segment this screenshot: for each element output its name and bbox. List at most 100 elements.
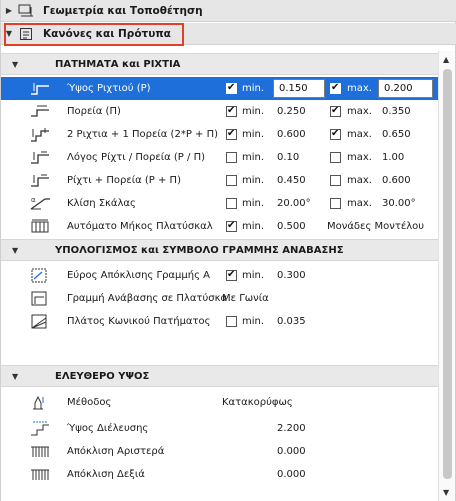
svg-text:α: α: [31, 196, 36, 204]
landing-length-icon: [31, 219, 49, 233]
row-label: Αυτόματο Μήκος Πλατύσκαλ: [67, 221, 213, 232]
method-icon: [33, 395, 44, 410]
ratio-icon: [31, 151, 49, 164]
row-offset-range[interactable]: Εύρος Απόκλισης Γραμμής Α min. 0.300: [1, 264, 438, 287]
max-value[interactable]: 1.00: [382, 152, 404, 163]
panel-geometry-header[interactable]: ▶ Γεωμετρία και Τοποθέτηση: [1, 0, 456, 22]
row-label: Ρίχτι + Πορεία (Ρ + Π): [67, 175, 181, 186]
row-landing-length[interactable]: Αυτόματο Μήκος Πλατύσκαλ min. 0.500 Μονά…: [1, 215, 438, 238]
min-checkbox[interactable]: [226, 128, 237, 140]
row-2r-plus-g[interactable]: 2 Ριχτια + 1 Πορεία (2*Ρ + Π) min. 0.600…: [1, 123, 438, 146]
max-label: max.: [347, 198, 372, 209]
collapse-arrow-icon[interactable]: ▼: [12, 246, 18, 255]
max-label: max.: [347, 83, 372, 94]
section-title: ΥΠΟΛΟΓΙΣΜΟΣ και ΣΥΜΒΟΛΟ ΓΡΑΜΜΗΣ ΑΝΑΒΑΣΗΣ: [55, 244, 344, 256]
max-value[interactable]: 0.600: [382, 175, 411, 186]
min-label: min.: [242, 129, 265, 140]
row-ratio[interactable]: Λόγος Ρίχτι / Πορεία (Ρ / Π) min. 0.10 m…: [1, 146, 438, 169]
row-clearance-height[interactable]: Ύψος Διέλευσης 2.200: [1, 417, 438, 440]
scroll-down-arrow-icon[interactable]: ▼: [443, 488, 449, 497]
max-label: max.: [347, 106, 372, 117]
max-label: max.: [347, 152, 372, 163]
row-label: Γραμμή Ανάβασης σε Πλατύσκαλο: [67, 293, 227, 304]
row-going[interactable]: Πορεία (Π) min. 0.250 max. 0.350: [1, 100, 438, 123]
collapse-arrow-icon[interactable]: ▼: [12, 60, 18, 69]
row-walking-line-landing[interactable]: Γραμμή Ανάβασης σε Πλατύσκαλο Με Γωνία: [1, 287, 438, 310]
min-value[interactable]: 0.500: [277, 221, 306, 232]
row-label: Μέθοδος: [67, 397, 112, 408]
min-value[interactable]: 0.10: [277, 152, 299, 163]
min-label: min.: [242, 270, 265, 281]
min-checkbox[interactable]: [226, 175, 237, 186]
clearance-height-icon: [31, 421, 49, 436]
min-value[interactable]: 20.00°: [277, 198, 311, 209]
max-value[interactable]: 30.00°: [382, 198, 416, 209]
row-winder-width[interactable]: Πλάτος Κωνικού Πατήματος min. 0.035: [1, 310, 438, 333]
min-label: min.: [242, 198, 265, 209]
panel-geometry-title: Γεωμετρία και Τοποθέτηση: [43, 4, 203, 17]
min-checkbox[interactable]: [226, 82, 237, 94]
value[interactable]: 0.000: [277, 446, 306, 457]
section-walking-line-header[interactable]: ▼ ΥΠΟΛΟΓΙΣΜΟΣ και ΣΥΜΒΟΛΟ ΓΡΑΜΜΗΣ ΑΝΑΒΑΣ…: [1, 239, 438, 261]
min-value[interactable]: 0.035: [277, 316, 306, 327]
row-label: Κλίση Σκάλας: [67, 198, 136, 209]
max-value[interactable]: 0.650: [382, 129, 411, 140]
value-dropdown[interactable]: Με Γωνία: [222, 293, 269, 304]
min-value[interactable]: 0.600: [277, 129, 306, 140]
min-label: min.: [242, 106, 265, 117]
row-slope[interactable]: α Κλίση Σκάλας min. 20.00° max. 30.00°: [1, 192, 438, 215]
winder-width-icon: [31, 314, 47, 329]
offset-left-icon: [31, 446, 49, 457]
riser-height-icon: [31, 83, 49, 95]
max-checkbox[interactable]: [330, 175, 341, 186]
row-offset-left[interactable]: Απόκλιση Αριστερά 0.000: [1, 440, 438, 463]
min-checkbox[interactable]: [226, 105, 237, 117]
scrollbar-thumb[interactable]: [443, 69, 452, 479]
walking-line-landing-icon: [31, 291, 47, 306]
row-label: Ύψος Ριχτιού (Ρ): [67, 83, 151, 94]
max-checkbox[interactable]: [330, 128, 341, 140]
row-sum[interactable]: Ρίχτι + Πορεία (Ρ + Π) min. 0.450 max. 0…: [1, 169, 438, 192]
value[interactable]: 0.000: [277, 469, 306, 480]
collapse-arrow-icon[interactable]: ▼: [12, 372, 18, 381]
row-label: Ύψος Διέλευσης: [67, 423, 149, 434]
min-checkbox[interactable]: [226, 269, 237, 281]
row-riser-height[interactable]: Ύψος Ριχτιού (Ρ) min. 0.150 max. 0.200: [1, 77, 438, 100]
min-checkbox[interactable]: [226, 220, 237, 232]
min-label: min.: [242, 316, 265, 327]
min-value-input[interactable]: 0.150: [273, 79, 325, 98]
max-value[interactable]: 0.350: [382, 106, 411, 117]
max-label: max.: [347, 175, 372, 186]
value[interactable]: 2.200: [277, 423, 306, 434]
sum-icon: [31, 174, 49, 187]
min-label: min.: [242, 221, 265, 232]
max-value-input[interactable]: 0.200: [378, 79, 433, 98]
min-value[interactable]: 0.250: [277, 106, 306, 117]
row-label: Πορεία (Π): [67, 106, 121, 117]
max-checkbox[interactable]: [330, 198, 341, 209]
section-treads-risers-header[interactable]: ▼ ΠΑΤΗΜΑΤΑ και ΡΙΧΤΙΑ: [1, 53, 438, 75]
offset-right-icon: [31, 469, 49, 480]
settings-panel: ▶ Γεωμετρία και Τοποθέτηση ▼ Κανόνες και…: [0, 0, 456, 501]
scroll-up-arrow-icon[interactable]: ▲: [443, 55, 449, 64]
min-value[interactable]: 0.450: [277, 175, 306, 186]
max-checkbox[interactable]: [330, 105, 341, 117]
row-offset-right[interactable]: Απόκλιση Δεξιά 0.000: [1, 463, 438, 486]
min-checkbox[interactable]: [226, 152, 237, 163]
vertical-scrollbar[interactable]: ▲ ▼: [438, 51, 455, 501]
rules-content: ▼ ΠΑΤΗΜΑΤΑ και ΡΙΧΤΙΑ Ύψος Ριχτιού (Ρ) m…: [1, 51, 438, 501]
expand-arrow-icon[interactable]: ▶: [1, 6, 17, 15]
row-label: Λόγος Ρίχτι / Πορεία (Ρ / Π): [67, 152, 205, 163]
min-checkbox[interactable]: [226, 198, 237, 209]
min-value[interactable]: 0.300: [277, 270, 306, 281]
min-checkbox[interactable]: [226, 316, 237, 327]
min-label: min.: [242, 152, 265, 163]
row-method[interactable]: Μέθοδος Κατακορύφως: [1, 391, 438, 414]
row-label: Απόκλιση Δεξιά: [67, 469, 145, 480]
row-label: 2 Ριχτια + 1 Πορεία (2*Ρ + Π): [67, 129, 219, 140]
units-dropdown[interactable]: Μονάδες Μοντέλου: [327, 221, 424, 232]
section-headroom-header[interactable]: ▼ ΕΛΕΥΘΕΡΟ ΥΨΟΣ: [1, 365, 438, 387]
max-checkbox[interactable]: [330, 82, 341, 94]
value-dropdown[interactable]: Κατακορύφως: [222, 397, 293, 408]
max-checkbox[interactable]: [330, 152, 341, 163]
